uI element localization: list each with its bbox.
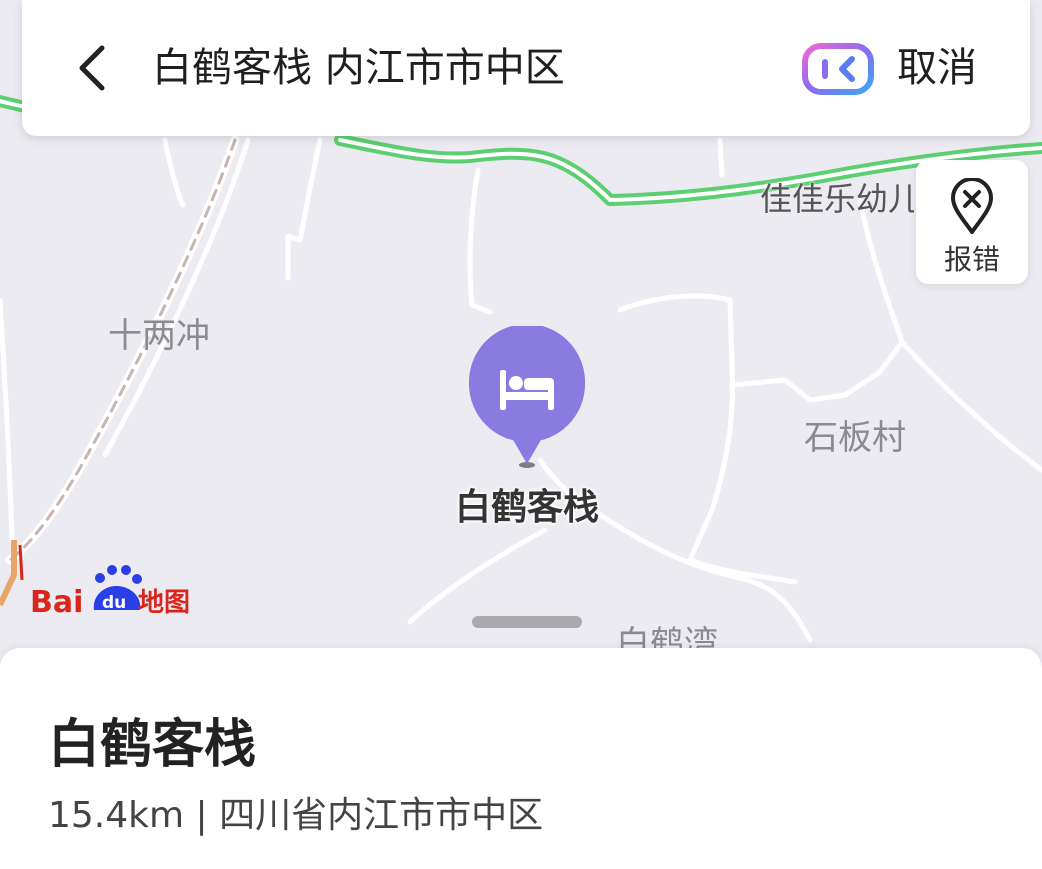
sheet-drag-handle[interactable] xyxy=(472,616,582,628)
map-label-village[interactable]: 石板村 xyxy=(804,410,906,459)
logo-text-ditu: 地图 xyxy=(138,588,190,618)
map-pin-close-icon xyxy=(951,178,993,234)
ai-assistant-button[interactable] xyxy=(802,43,874,95)
map-label-village[interactable]: 白鹤湾 xyxy=(616,616,718,648)
map-label-kindergarten[interactable]: 佳佳乐幼儿 xyxy=(760,174,914,220)
baidu-map-logo: Bai du 地图 xyxy=(30,562,200,620)
assistant-icon xyxy=(802,43,874,95)
search-input[interactable]: 白鹤客栈 内江市市中区 xyxy=(152,38,565,98)
poi-label[interactable]: 白鹤客栈 xyxy=(420,478,634,530)
hotel-bed-icon xyxy=(469,323,585,468)
map-label-village[interactable]: 十两冲 xyxy=(108,308,210,357)
place-meta: 15.4km | 四川省内江市市中区 xyxy=(48,786,543,838)
back-button[interactable] xyxy=(62,38,122,98)
logo-text-du: du xyxy=(102,593,126,613)
place-title: 白鹤客栈 xyxy=(48,715,257,775)
place-region: 四川省内江市市中区 xyxy=(219,795,544,836)
search-bar: 白鹤客栈 内江市市中区 取消 xyxy=(22,0,1030,136)
place-detail-sheet[interactable]: 白鹤客栈 15.4km | 四川省内江市市中区 xyxy=(0,648,1042,869)
chevron-left-icon xyxy=(79,45,105,91)
meta-separator: | xyxy=(195,795,208,836)
place-distance: 15.4km xyxy=(48,795,185,836)
poi-marker[interactable] xyxy=(466,323,588,472)
logo-text-bai: Bai xyxy=(30,585,83,618)
report-error-label: 报错 xyxy=(943,243,1000,276)
cancel-button[interactable]: 取消 xyxy=(897,38,977,98)
report-error-button[interactable]: 报错 xyxy=(916,160,1028,284)
